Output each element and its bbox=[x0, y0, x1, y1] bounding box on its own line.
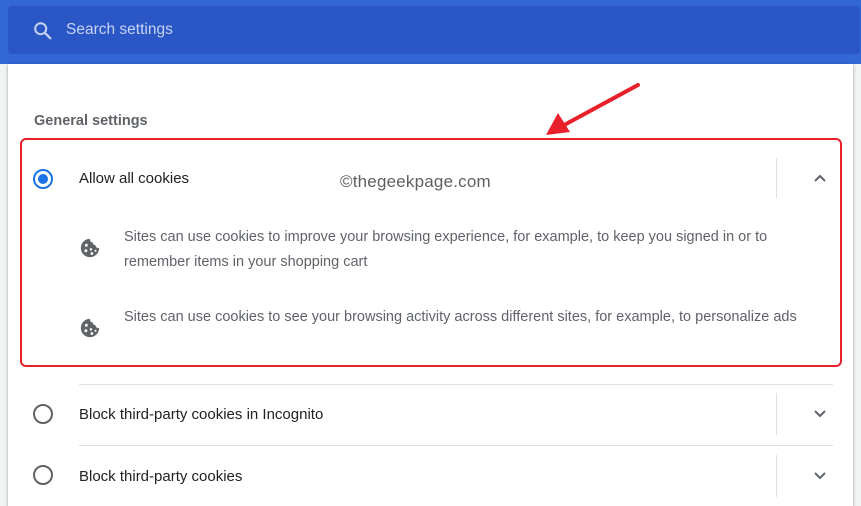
row-separator bbox=[79, 384, 833, 385]
chevron-down-icon[interactable] bbox=[812, 406, 828, 422]
row-separator bbox=[79, 445, 833, 446]
row-divider bbox=[776, 393, 777, 435]
search-icon bbox=[34, 22, 52, 40]
section-title: General settings bbox=[34, 113, 148, 129]
row-divider bbox=[776, 158, 777, 198]
search-input[interactable] bbox=[66, 16, 666, 44]
option-label-block-third-party[interactable]: Block third-party cookies bbox=[79, 468, 242, 485]
cookie-icon bbox=[80, 318, 100, 338]
radio-block-third-party[interactable] bbox=[33, 465, 53, 485]
cookies-settings-card bbox=[8, 64, 853, 506]
radio-allow-all-cookies[interactable] bbox=[33, 169, 53, 189]
cookie-icon bbox=[80, 238, 100, 258]
cookie-description-2: Sites can use cookies to see your browsi… bbox=[124, 309, 797, 325]
chevron-down-icon[interactable] bbox=[812, 468, 828, 484]
radio-block-third-party-incognito[interactable] bbox=[33, 404, 53, 424]
search-box[interactable] bbox=[8, 6, 860, 54]
row-divider bbox=[776, 455, 777, 497]
settings-header bbox=[0, 0, 861, 64]
cookie-description-1: Sites can use cookies to improve your br… bbox=[124, 229, 768, 270]
watermark-text: ©thegeekpage.com bbox=[340, 172, 491, 191]
chevron-up-icon[interactable] bbox=[812, 170, 828, 186]
scrollbar[interactable] bbox=[855, 64, 861, 506]
option-label-block-third-party-incognito[interactable]: Block third-party cookies in Incognito bbox=[79, 406, 323, 423]
option-label-allow-all-cookies[interactable]: Allow all cookies bbox=[79, 170, 189, 187]
